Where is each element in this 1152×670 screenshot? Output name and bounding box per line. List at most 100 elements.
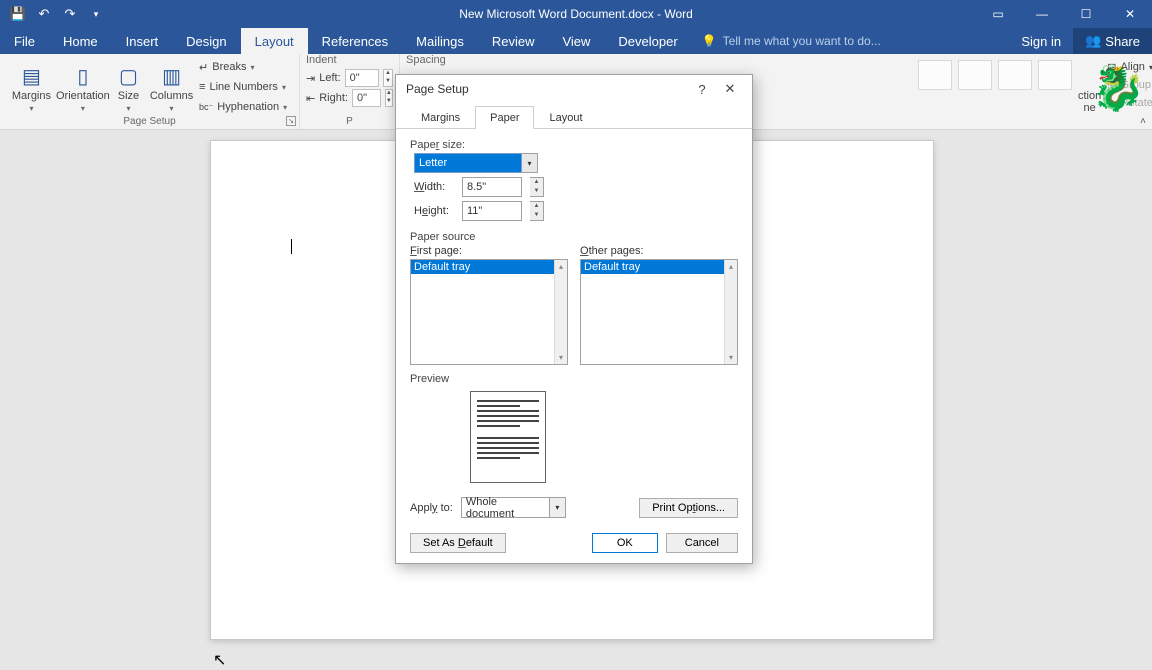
cancel-button[interactable]: Cancel (666, 533, 738, 553)
indent-left-label: Left: (319, 72, 340, 84)
save-icon[interactable]: 💾 (6, 2, 30, 26)
spacing-heading: Spacing (406, 54, 544, 68)
orientation-button[interactable]: ▯Orientation▾ (57, 56, 109, 116)
height-label: Height: (414, 205, 454, 217)
dialog-tab-margins[interactable]: Margins (406, 106, 475, 129)
dialog-titlebar[interactable]: Page Setup ? ✕ (396, 75, 752, 103)
window-title: New Microsoft Word Document.docx - Word (459, 7, 693, 21)
tab-home[interactable]: Home (49, 28, 112, 54)
dialog-title: Page Setup (406, 82, 469, 96)
other-pages-selected[interactable]: Default tray (581, 260, 724, 274)
size-icon: ▢ (115, 63, 141, 89)
indent-right-icon: ⇤ (306, 92, 315, 105)
columns-icon: ▥ (159, 63, 185, 89)
tab-file[interactable]: File (0, 28, 49, 54)
undo-icon[interactable]: ↶ (32, 2, 56, 26)
width-input[interactable]: 8.5" (462, 177, 522, 197)
print-options-button[interactable]: Print Options... (639, 498, 738, 518)
preview-label: Preview (410, 373, 738, 385)
preview-thumbnail (470, 391, 546, 483)
maximize-button[interactable]: ☐ (1064, 0, 1108, 28)
close-button[interactable]: ✕ (1108, 0, 1152, 28)
window-controls: ▭ — ☐ ✕ (976, 0, 1152, 28)
titlebar: 💾 ↶ ↷ ▾ New Microsoft Word Document.docx… (0, 0, 1152, 28)
margins-icon: ▤ (18, 63, 44, 89)
first-page-label: First page: (410, 245, 568, 257)
other-pages-listbox[interactable]: Default tray ▴▾ (580, 259, 738, 365)
height-input[interactable]: 11" (462, 201, 522, 221)
minimize-button[interactable]: — (1020, 0, 1064, 28)
tab-references[interactable]: References (308, 28, 402, 54)
text-cursor (291, 239, 292, 254)
indent-heading: Indent (306, 54, 393, 68)
chevron-down-icon[interactable]: ▾ (550, 497, 566, 518)
dialog-body: Paper size: Letter ▾ Width: 8.5" ▲▼ Heig… (396, 129, 752, 518)
indent-left-input[interactable]: 0" (345, 69, 379, 87)
paper-size-label: Paper size: (410, 139, 738, 151)
paper-size-combo[interactable]: Letter ▾ (414, 153, 538, 173)
hyphenation-button[interactable]: bc⁻Hyphenation▾ (199, 98, 293, 116)
tab-view[interactable]: View (548, 28, 604, 54)
apply-to-combo[interactable]: Whole document ▾ (461, 497, 566, 518)
share-label: Share (1105, 34, 1140, 49)
tab-layout[interactable]: Layout (241, 28, 308, 54)
margins-button[interactable]: ▤Margins▾ (6, 56, 57, 116)
columns-button[interactable]: ▥Columns▾ (148, 56, 195, 116)
paper-size-value: Letter (414, 153, 522, 173)
tell-me-placeholder: Tell me what you want to do... (723, 34, 881, 48)
chevron-down-icon[interactable]: ▾ (522, 153, 538, 173)
set-as-default-button[interactable]: Set As Default (410, 533, 506, 553)
ok-button[interactable]: OK (592, 533, 658, 553)
dialog-tab-layout[interactable]: Layout (534, 106, 597, 129)
sign-in-link[interactable]: Sign in (1009, 28, 1073, 54)
height-spinner[interactable]: ▲▼ (530, 201, 544, 221)
line-numbers-button[interactable]: ≡Line Numbers▾ (199, 78, 293, 96)
indent-left-spinner[interactable]: ▲▼ (383, 69, 393, 87)
ribbon-tabs: File Home Insert Design Layout Reference… (0, 28, 1152, 54)
width-label: Width: (414, 181, 454, 193)
group-label-page-setup: Page Setup (0, 116, 299, 127)
dragon-icon: 🐉 (1090, 60, 1146, 116)
mouse-pointer-icon: ↖ (213, 650, 226, 670)
tell-me-search[interactable]: 💡 Tell me what you want to do... (692, 28, 881, 54)
qat-customize-icon[interactable]: ▾ (84, 2, 108, 26)
indent-right-input[interactable]: 0" (352, 89, 381, 107)
send-backward-button[interactable] (1038, 60, 1072, 90)
width-spinner[interactable]: ▲▼ (530, 177, 544, 197)
breaks-button[interactable]: ↵Breaks▾ (199, 58, 293, 76)
scrollbar[interactable]: ▴▾ (554, 260, 567, 364)
dialog-help-button[interactable]: ? (688, 82, 716, 97)
share-button[interactable]: 👥 Share (1073, 28, 1152, 54)
indent-right-spinner[interactable]: ▲▼ (385, 89, 393, 107)
apply-to-value: Whole document (461, 497, 550, 518)
first-page-selected[interactable]: Default tray (411, 260, 554, 274)
redo-icon[interactable]: ↷ (58, 2, 82, 26)
arrange-gallery (918, 56, 1072, 114)
breaks-icon: ↵ (199, 61, 208, 74)
first-page-listbox[interactable]: Default tray ▴▾ (410, 259, 568, 365)
group-page-setup: ▤Margins▾ ▯Orientation▾ ▢Size▾ ▥Columns▾… (0, 54, 300, 129)
dialog-footer: Set As Default OK Cancel (410, 533, 738, 553)
bring-forward-button[interactable] (998, 60, 1032, 90)
apply-to-label: Apply to: (410, 502, 453, 514)
tab-developer[interactable]: Developer (604, 28, 691, 54)
dialog-tab-paper[interactable]: Paper (475, 106, 534, 129)
page-setup-launcher[interactable]: ↘ (286, 116, 296, 126)
tab-mailings[interactable]: Mailings (402, 28, 478, 54)
size-button[interactable]: ▢Size▾ (109, 56, 148, 116)
paper-source-label: Paper source (410, 231, 738, 243)
ribbon-display-icon[interactable]: ▭ (976, 0, 1020, 28)
collapse-ribbon-button[interactable]: ˄ (1140, 116, 1146, 127)
tab-insert[interactable]: Insert (112, 28, 173, 54)
wrap-text-button[interactable] (958, 60, 992, 90)
line-numbers-icon: ≡ (199, 81, 205, 93)
tab-review[interactable]: Review (478, 28, 549, 54)
position-button[interactable] (918, 60, 952, 90)
dialog-tabs: Margins Paper Layout (396, 105, 752, 129)
scrollbar[interactable]: ▴▾ (724, 260, 737, 364)
tab-design[interactable]: Design (172, 28, 240, 54)
group-label-paragraph: P (300, 116, 399, 127)
dialog-close-button[interactable]: ✕ (716, 81, 744, 97)
indent-right-label: Right: (319, 92, 348, 104)
page-setup-dialog: Page Setup ? ✕ Margins Paper Layout Pape… (395, 74, 753, 564)
